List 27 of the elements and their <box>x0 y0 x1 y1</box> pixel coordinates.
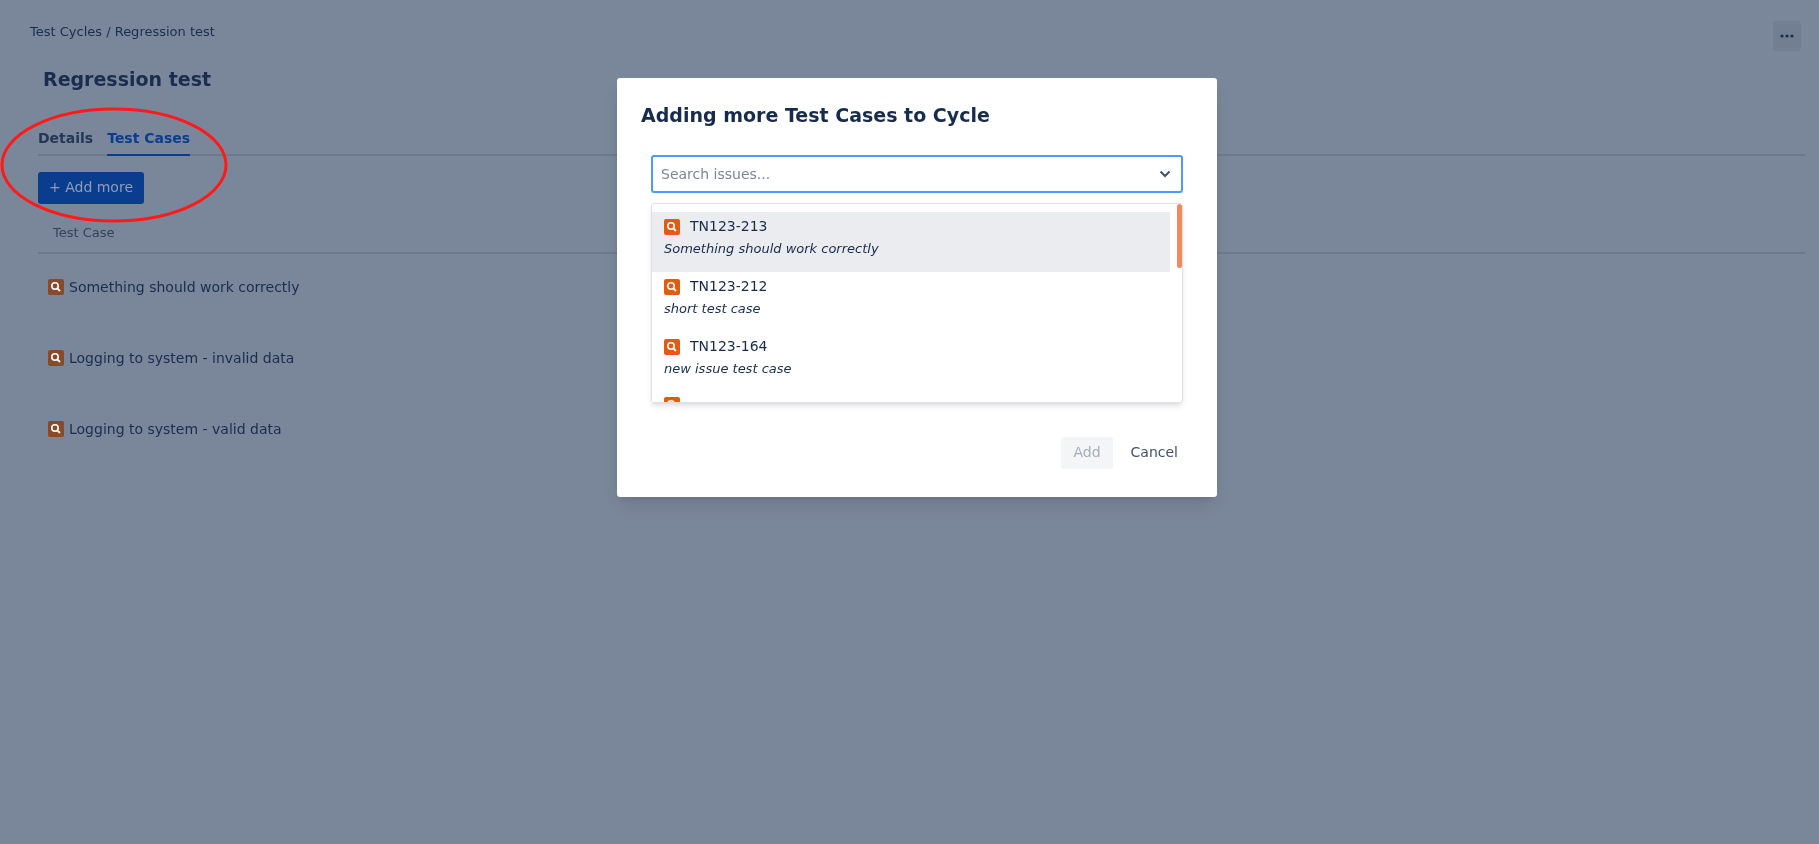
add-more-button[interactable]: + Add more <box>38 171 144 204</box>
test-case-title: Logging to system - invalid data <box>69 348 295 368</box>
issue-key: TN123-213 <box>690 216 768 235</box>
chevron-down-icon <box>1159 169 1171 178</box>
dialog-title: Adding more Test Cases to Cycle <box>641 103 991 128</box>
breadcrumb: Test Cycles / Regression test <box>30 23 215 41</box>
issue-option[interactable]: TN123-213 Something should work correctly <box>652 211 1170 272</box>
test-case-title: Something should work correctly <box>69 277 300 297</box>
more-button[interactable] <box>1773 21 1801 51</box>
issue-icon <box>664 278 680 295</box>
test-case-icon <box>48 421 64 437</box>
issue-summary: Something should work correctly <box>664 239 880 258</box>
test-case-icon <box>48 350 64 366</box>
more-icon <box>1780 34 1794 38</box>
dialog-button[interactable]: Cancel <box>1122 436 1186 469</box>
issue-key: TN123-164 <box>690 336 768 355</box>
issue-icon <box>664 218 680 235</box>
search-field[interactable]: Search issues... <box>651 154 1183 193</box>
test-case-icon <box>48 279 64 295</box>
issue-icon <box>664 338 680 355</box>
issue-key: TN123-212 <box>690 276 768 295</box>
page-title: Regression test <box>43 67 213 92</box>
issue-summary: short test case <box>664 299 762 318</box>
column-header: Test Case <box>53 224 115 240</box>
scrollbar[interactable] <box>1177 203 1182 268</box>
issue-summary: new issue test case <box>664 359 793 378</box>
test-case-title: Logging to system - valid data <box>69 419 282 439</box>
